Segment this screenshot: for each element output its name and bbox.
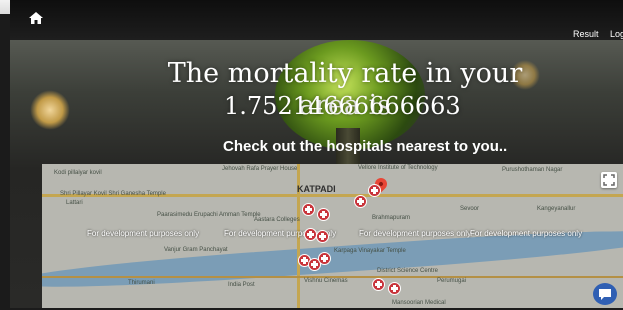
hospital-marker[interactable] xyxy=(354,195,367,208)
chat-button[interactable] xyxy=(593,283,617,305)
hospital-marker[interactable] xyxy=(372,278,385,291)
hospital-marker[interactable] xyxy=(304,228,317,241)
dev-watermark: For development purposes only xyxy=(87,229,200,238)
chat-icon xyxy=(599,289,611,300)
hospital-marker[interactable] xyxy=(316,230,329,243)
home-icon[interactable] xyxy=(28,10,44,26)
dev-watermark: For development purposes only xyxy=(359,229,472,238)
hospital-marker[interactable] xyxy=(318,252,331,265)
top-navbar: Result Log xyxy=(10,0,623,40)
fullscreen-icon xyxy=(603,174,615,186)
hospital-marker[interactable] xyxy=(317,208,330,221)
hospitals-subheading: Check out the hospitals nearest to you.. xyxy=(223,138,508,155)
dev-watermark: For development purposes only xyxy=(470,229,583,238)
mortality-rate-value: 1.75214666666663 xyxy=(224,92,461,120)
hospital-marker[interactable] xyxy=(368,184,381,197)
hospital-marker[interactable] xyxy=(302,203,315,216)
fullscreen-button[interactable] xyxy=(601,172,617,188)
hospital-map[interactable]: Kodi pillaiyar kovil Jehovah Rafa Prayer… xyxy=(42,164,623,308)
background-bokeh xyxy=(30,90,70,130)
hospital-marker[interactable] xyxy=(388,282,401,295)
nav-log-link[interactable]: Log xyxy=(610,29,623,39)
nav-result-link[interactable]: Result xyxy=(573,29,599,39)
